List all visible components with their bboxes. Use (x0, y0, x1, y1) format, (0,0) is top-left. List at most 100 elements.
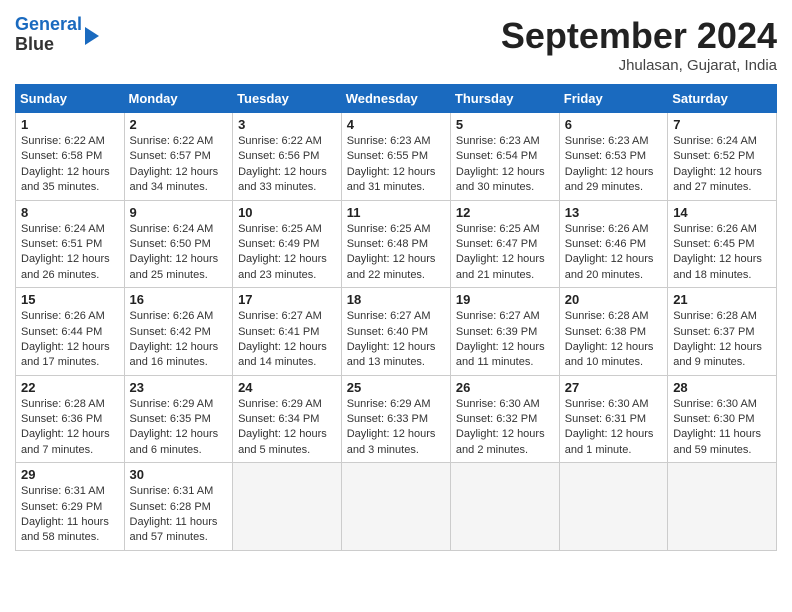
weekday-header: Tuesday (233, 85, 342, 113)
logo-arrow-icon (85, 27, 99, 45)
location: Jhulasan, Gujarat, India (501, 57, 777, 74)
calendar-day-cell: 16 Sunrise: 6:26 AM Sunset: 6:42 PM Dayli… (124, 288, 233, 376)
day-number: 27 (565, 380, 662, 395)
day-number: 19 (456, 292, 554, 307)
day-number: 15 (21, 292, 119, 307)
day-info: Sunrise: 6:30 AM Sunset: 6:32 PM Dayligh… (456, 397, 554, 459)
day-info: Sunrise: 6:22 AM Sunset: 6:56 PM Dayligh… (238, 134, 336, 196)
day-info: Sunrise: 6:31 AM Sunset: 6:28 PM Dayligh… (130, 484, 228, 546)
day-number: 10 (238, 205, 336, 220)
day-info: Sunrise: 6:28 AM Sunset: 6:36 PM Dayligh… (21, 397, 119, 459)
calendar-day-cell: 9Sunrise: 6:24 AM Sunset: 6:50 PM Daylig… (124, 200, 233, 288)
day-number: 29 (21, 467, 119, 482)
day-info: Sunrise: 6:24 AM Sunset: 6:51 PM Dayligh… (21, 222, 119, 284)
day-info: Sunrise: 6:22 AM Sunset: 6:57 PM Dayligh… (130, 134, 228, 196)
weekday-header: Sunday (16, 85, 125, 113)
calendar-day-cell: 10 Sunrise: 6:25 AM Sunset: 6:49 PM Dayli… (233, 200, 342, 288)
calendar-day-cell: 5Sunrise: 6:23 AM Sunset: 6:54 PM Daylig… (450, 113, 559, 201)
calendar-day-cell: 27Sunrise: 6:30 AM Sunset: 6:31 PM Dayli… (559, 375, 667, 463)
day-number: 7 (673, 117, 771, 132)
calendar-day-cell: 30 Sunrise: 6:31 AM Sunset: 6:28 PM Dayli… (124, 463, 233, 551)
calendar-day-cell: 19 Sunrise: 6:27 AM Sunset: 6:39 PM Dayli… (450, 288, 559, 376)
day-number: 11 (347, 205, 445, 220)
day-number: 25 (347, 380, 445, 395)
calendar-day-cell: 14 Sunrise: 6:26 AM Sunset: 6:45 PM Dayli… (668, 200, 777, 288)
calendar-day-cell: 1 Sunrise: 6:22 AM Sunset: 6:58 PM Daylig… (16, 113, 125, 201)
empty-cell (233, 463, 342, 551)
day-info: Sunrise: 6:27 AM Sunset: 6:40 PM Dayligh… (347, 309, 445, 371)
day-number: 13 (565, 205, 662, 220)
calendar-day-cell: 15 Sunrise: 6:26 AM Sunset: 6:44 PM Dayli… (16, 288, 125, 376)
empty-cell (341, 463, 450, 551)
day-info: Sunrise: 6:28 AM Sunset: 6:37 PM Dayligh… (673, 309, 771, 371)
day-info: Sunrise: 6:29 AM Sunset: 6:35 PM Dayligh… (130, 397, 228, 459)
logo-text: GeneralBlue (15, 15, 82, 55)
day-info: Sunrise: 6:23 AM Sunset: 6:55 PM Dayligh… (347, 134, 445, 196)
day-info: Sunrise: 6:25 AM Sunset: 6:47 PM Dayligh… (456, 222, 554, 284)
day-number: 4 (347, 117, 445, 132)
day-number: 6 (565, 117, 662, 132)
day-number: 16 (130, 292, 228, 307)
calendar-day-cell: 25Sunrise: 6:29 AM Sunset: 6:33 PM Dayli… (341, 375, 450, 463)
day-info: Sunrise: 6:25 AM Sunset: 6:49 PM Dayligh… (238, 222, 336, 284)
calendar-day-cell: 7Sunrise: 6:24 AM Sunset: 6:52 PM Daylig… (668, 113, 777, 201)
calendar-day-cell: 21 Sunrise: 6:28 AM Sunset: 6:37 PM Dayli… (668, 288, 777, 376)
page-header: GeneralBlue September 2024 Jhulasan, Guj… (15, 15, 777, 74)
calendar-day-cell: 22 Sunrise: 6:28 AM Sunset: 6:36 PM Dayli… (16, 375, 125, 463)
calendar-day-cell: 20 Sunrise: 6:28 AM Sunset: 6:38 PM Dayli… (559, 288, 667, 376)
day-info: Sunrise: 6:23 AM Sunset: 6:54 PM Dayligh… (456, 134, 554, 196)
empty-cell (559, 463, 667, 551)
day-info: Sunrise: 6:27 AM Sunset: 6:39 PM Dayligh… (456, 309, 554, 371)
calendar-day-cell: 3 Sunrise: 6:22 AM Sunset: 6:56 PM Daylig… (233, 113, 342, 201)
day-info: Sunrise: 6:26 AM Sunset: 6:44 PM Dayligh… (21, 309, 119, 371)
month-title: September 2024 (501, 15, 777, 57)
calendar-day-cell: 28 Sunrise: 6:30 AM Sunset: 6:30 PM Dayli… (668, 375, 777, 463)
calendar-day-cell: 23 Sunrise: 6:29 AM Sunset: 6:35 PM Dayli… (124, 375, 233, 463)
calendar-day-cell: 6 Sunrise: 6:23 AM Sunset: 6:53 PM Daylig… (559, 113, 667, 201)
day-info: Sunrise: 6:23 AM Sunset: 6:53 PM Dayligh… (565, 134, 662, 196)
calendar-day-cell: 4 Sunrise: 6:23 AM Sunset: 6:55 PM Daylig… (341, 113, 450, 201)
day-number: 2 (130, 117, 228, 132)
day-info: Sunrise: 6:28 AM Sunset: 6:38 PM Dayligh… (565, 309, 662, 371)
day-number: 18 (347, 292, 445, 307)
calendar-day-cell: 8Sunrise: 6:24 AM Sunset: 6:51 PM Daylig… (16, 200, 125, 288)
empty-cell (450, 463, 559, 551)
day-number: 20 (565, 292, 662, 307)
day-number: 30 (130, 467, 228, 482)
calendar-table: SundayMondayTuesdayWednesdayThursdayFrid… (15, 84, 777, 551)
day-number: 3 (238, 117, 336, 132)
day-number: 12 (456, 205, 554, 220)
calendar-day-cell: 12 Sunrise: 6:25 AM Sunset: 6:47 PM Dayli… (450, 200, 559, 288)
day-info: Sunrise: 6:22 AM Sunset: 6:58 PM Dayligh… (21, 134, 119, 196)
day-info: Sunrise: 6:30 AM Sunset: 6:30 PM Dayligh… (673, 397, 771, 459)
day-number: 23 (130, 380, 228, 395)
calendar-day-cell: 24 Sunrise: 6:29 AM Sunset: 6:34 PM Dayli… (233, 375, 342, 463)
day-info: Sunrise: 6:25 AM Sunset: 6:48 PM Dayligh… (347, 222, 445, 284)
day-number: 17 (238, 292, 336, 307)
weekday-header: Monday (124, 85, 233, 113)
day-info: Sunrise: 6:27 AM Sunset: 6:41 PM Dayligh… (238, 309, 336, 371)
day-info: Sunrise: 6:26 AM Sunset: 6:45 PM Dayligh… (673, 222, 771, 284)
day-info: Sunrise: 6:26 AM Sunset: 6:42 PM Dayligh… (130, 309, 228, 371)
weekday-header: Thursday (450, 85, 559, 113)
calendar-day-cell: 11 Sunrise: 6:25 AM Sunset: 6:48 PM Dayli… (341, 200, 450, 288)
calendar-day-cell: 18 Sunrise: 6:27 AM Sunset: 6:40 PM Dayli… (341, 288, 450, 376)
calendar-day-cell: 17 Sunrise: 6:27 AM Sunset: 6:41 PM Dayli… (233, 288, 342, 376)
weekday-header: Friday (559, 85, 667, 113)
day-number: 22 (21, 380, 119, 395)
day-number: 9 (130, 205, 228, 220)
empty-cell (668, 463, 777, 551)
title-block: September 2024 Jhulasan, Gujarat, India (501, 15, 777, 74)
day-number: 14 (673, 205, 771, 220)
day-number: 1 (21, 117, 119, 132)
weekday-header: Saturday (668, 85, 777, 113)
day-number: 21 (673, 292, 771, 307)
weekday-header: Wednesday (341, 85, 450, 113)
calendar-day-cell: 29Sunrise: 6:31 AM Sunset: 6:29 PM Dayli… (16, 463, 125, 551)
calendar-day-cell: 26Sunrise: 6:30 AM Sunset: 6:32 PM Dayli… (450, 375, 559, 463)
day-number: 28 (673, 380, 771, 395)
calendar-day-cell: 2 Sunrise: 6:22 AM Sunset: 6:57 PM Daylig… (124, 113, 233, 201)
day-info: Sunrise: 6:29 AM Sunset: 6:34 PM Dayligh… (238, 397, 336, 459)
day-number: 24 (238, 380, 336, 395)
calendar-day-cell: 13Sunrise: 6:26 AM Sunset: 6:46 PM Dayli… (559, 200, 667, 288)
